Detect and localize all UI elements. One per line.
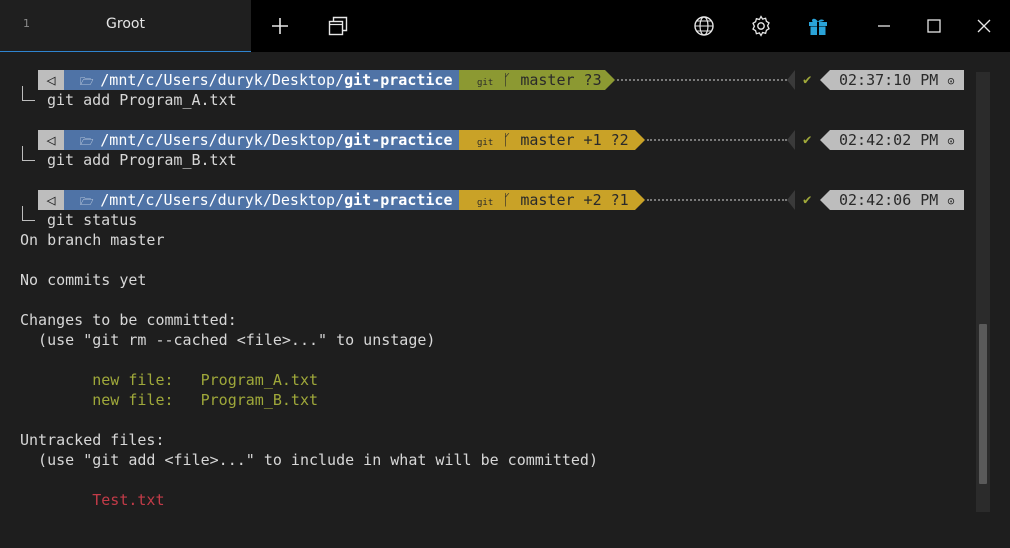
clock-icon: ⊙ [947,74,955,88]
tab-title: Groot [106,16,145,32]
segment-arrow [635,190,645,210]
minimize-icon[interactable] [872,14,896,38]
branch-status: master +2 ?1 [520,191,629,209]
path-segment: 🗁 /mnt/c/Users/duryk/Desktop/git-practic… [64,130,459,150]
path-text: /mnt/c/Users/duryk/Desktop/ [100,71,345,89]
branch-icon: ᚴ [502,131,512,149]
branch-icon: ᚴ [502,71,512,89]
os-segment: ◁ [38,70,64,90]
git-segment: git ᚴ master +1 ?2 [459,130,635,150]
segment-arrow [820,130,830,150]
terminal-pane[interactable] [0,52,1010,548]
path-text: /mnt/c/Users/duryk/Desktop/ [100,131,345,149]
time-segment: 02:42:06 PM ⊙ [830,190,964,210]
command-text: git add Program_B.txt [47,151,237,169]
prompt-connector [22,146,35,161]
time-text: 02:37:10 PM [839,71,939,89]
clock-icon: ⊙ [947,134,955,148]
segment-arrow [635,130,645,150]
repo-name: git-practice [344,71,453,89]
time-segment: 02:37:10 PM ⊙ [830,70,964,90]
success-check-icon: ✔ [803,192,812,208]
tab-groot[interactable]: 1 Groot [0,0,251,52]
path-text: /mnt/c/Users/duryk/Desktop/ [100,191,345,209]
command-text: git add Program_A.txt [47,91,237,109]
git-segment: git ᚴ master +2 ?1 [459,190,635,210]
gift-icon[interactable] [806,14,830,38]
segment-arrow [605,70,615,90]
segment-arrow [820,190,830,210]
segment-arrow [820,70,830,90]
command-text: git status [47,211,138,229]
output-line: On branch master [20,231,165,249]
path-segment: 🗁 /mnt/c/Users/duryk/Desktop/git-practic… [64,190,459,210]
clock-icon: ⊙ [947,194,955,208]
branch-icon: ᚴ [502,191,512,209]
prompt-filler [647,199,787,203]
duplicate-tab-icon[interactable] [326,14,350,38]
globe-icon[interactable] [692,14,716,38]
segment-arrow [787,70,795,90]
folder-icon: 🗁 [80,135,101,148]
os-segment: ◁ [38,190,64,210]
segment-arrow [787,130,795,150]
prompt-connector [22,86,35,101]
close-icon[interactable] [972,14,996,38]
prompt-connector [22,206,35,221]
folder-icon: 🗁 [80,195,101,208]
prompt-filler [617,79,787,83]
scrollbar-thumb[interactable] [979,324,987,484]
time-segment: 02:42:02 PM ⊙ [830,130,964,150]
path-segment: 🗁 /mnt/c/Users/duryk/Desktop/git-practic… [64,70,459,90]
git-label: git [477,78,494,88]
time-text: 02:42:06 PM [839,191,939,209]
output-line: (use "git rm --cached <file>..." to unst… [20,331,436,349]
title-bar: 1 Groot [0,0,1010,52]
output-line: (use "git add <file>..." to include in w… [20,451,598,469]
folder-icon: 🗁 [80,75,101,88]
git-label: git [477,138,494,148]
git-label: git [477,198,494,208]
output-line: Changes to be committed: [20,311,237,329]
segment-arrow [787,190,795,210]
repo-name: git-practice [344,191,453,209]
git-segment: git ᚴ master ?3 [459,70,605,90]
maximize-icon[interactable] [922,14,946,38]
time-text: 02:42:02 PM [839,131,939,149]
success-check-icon: ✔ [803,132,812,148]
repo-name: git-practice [344,131,453,149]
branch-status: master +1 ?2 [520,131,629,149]
branch-status: master ?3 [520,71,602,89]
output-line: No commits yet [20,271,147,289]
output-line: Untracked files: [20,431,165,449]
staged-file-line: new file: Program_A.txt [20,371,319,389]
staged-file-line: new file: Program_B.txt [20,391,319,409]
plus-icon[interactable] [268,14,292,38]
gear-icon[interactable] [749,14,773,38]
os-segment: ◁ [38,130,64,150]
prompt-filler [647,139,787,143]
untracked-file-line: Test.txt [20,491,165,509]
success-check-icon: ✔ [803,72,812,88]
